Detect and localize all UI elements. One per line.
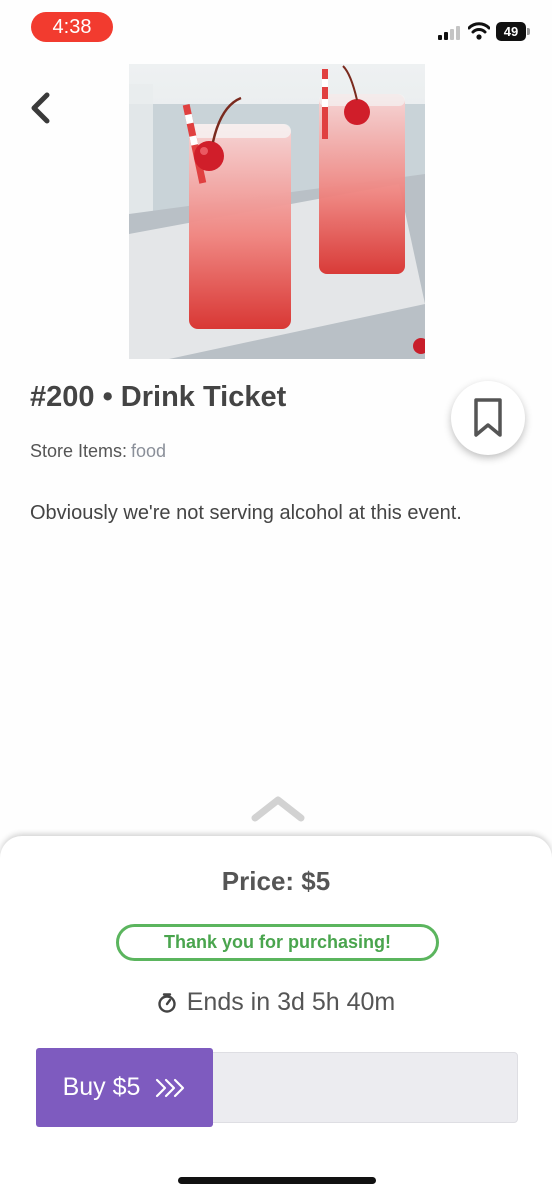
cellular-signal-icon [438, 26, 462, 40]
price-label: Price: $5 [221, 866, 331, 896]
category-link[interactable]: food [131, 441, 166, 461]
battery-cap [527, 28, 530, 35]
purchase-sheet: Price: $5 Thank you for purchasing! Ends… [0, 836, 552, 1193]
category-label: Store Items: [30, 441, 128, 461]
bookmark-icon [474, 398, 502, 437]
battery-icon: 49 [496, 22, 526, 41]
product-image [129, 64, 425, 359]
bookmark-button[interactable] [451, 381, 525, 455]
wifi-icon [468, 22, 490, 40]
auction-end-timer: Ends in 3d 5h 40m [0, 988, 552, 1017]
chevron-up-icon[interactable] [250, 794, 306, 822]
status-bar: 4:38 49 [0, 0, 552, 56]
buy-label: Buy $5 [62, 1073, 141, 1101]
buy-slide-button[interactable]: Buy $5 [36, 1048, 213, 1127]
product-title: #200 • Drink Ticket [30, 381, 287, 413]
status-time: 4:38 [31, 12, 113, 42]
product-category: Store Items: food [30, 441, 166, 462]
back-button[interactable] [22, 88, 58, 128]
product-description: Obviously we're not serving alcohol at t… [30, 502, 462, 524]
timer-icon [158, 992, 176, 1013]
cherry-soda-drinks-image [129, 64, 425, 359]
chevrons-right-icon [156, 1078, 185, 1097]
home-indicator[interactable] [178, 1177, 376, 1184]
purchase-status-badge: Thank you for purchasing! [116, 924, 439, 961]
chevron-left-icon [31, 92, 50, 124]
ends-text: Ends in 3d 5h 40m [186, 988, 396, 1016]
